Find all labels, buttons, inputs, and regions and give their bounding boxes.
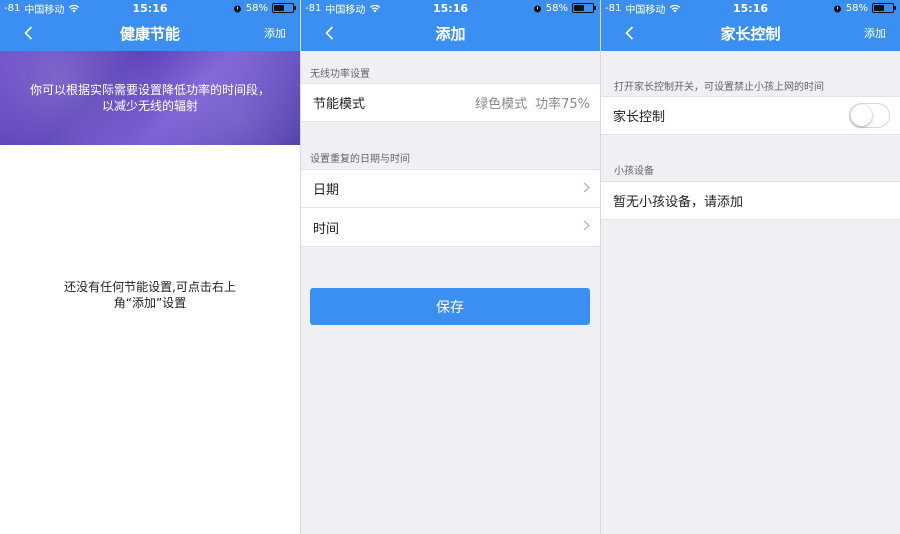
add-button[interactable]: 添加 xyxy=(864,25,886,41)
top-bar: -81 中国移动 15:16 58% xyxy=(0,0,300,51)
back-button[interactable] xyxy=(619,23,639,43)
status-time: 15:16 xyxy=(732,2,768,15)
screens-container: -81 中国移动 15:16 58% 健康节能 添加 你可以根据实际需要设置降低… xyxy=(0,0,900,534)
back-button[interactable] xyxy=(18,23,38,43)
energy-mode-row[interactable]: 节能模式 绿色模式 功率75% xyxy=(301,83,600,122)
section-header-power: 无线功率设置 xyxy=(310,69,370,80)
empty-state-text: 还没有任何节能设置,可点击右上角“添加”设置 xyxy=(64,280,236,310)
time-row[interactable]: 时间 xyxy=(301,208,600,247)
section-header-devices: 小孩设备 xyxy=(614,166,654,177)
battery-fill xyxy=(274,5,285,11)
power-value: 功率75% xyxy=(535,97,590,112)
battery-fill xyxy=(574,5,585,11)
energy-mode-value: 绿色模式 功率75% xyxy=(475,93,590,112)
back-button[interactable] xyxy=(319,23,339,43)
chevron-left-icon xyxy=(624,26,633,40)
status-bar: -81 中国移动 15:16 58% xyxy=(301,0,600,16)
screen-health-energy: -81 中国移动 15:16 58% 健康节能 添加 你可以根据实际需要设置降低… xyxy=(0,0,300,534)
date-row[interactable]: 日期 xyxy=(301,169,600,208)
toggle-knob xyxy=(851,105,872,126)
no-devices-row[interactable]: 暂无小孩设备，请添加 xyxy=(601,181,900,220)
battery-fill xyxy=(874,5,885,11)
nav-bar: 家长控制 添加 xyxy=(601,16,900,51)
banner-text: 你可以根据实际需要设置降低功率的时间段，以减少无线的辐射 xyxy=(30,83,271,113)
time-label: 时间 xyxy=(313,221,340,237)
status-bar: -81 中国移动 15:16 58% xyxy=(601,0,900,16)
status-time: 15:16 xyxy=(432,2,468,15)
chevron-right-icon xyxy=(583,181,590,197)
parental-control-row: 家长控制 xyxy=(601,96,900,135)
chevron-right-icon xyxy=(583,219,590,235)
date-label: 日期 xyxy=(313,183,340,198)
add-button[interactable]: 添加 xyxy=(264,25,286,41)
mode-value: 绿色模式 xyxy=(475,97,528,112)
empty-state-area: 还没有任何节能设置,可点击右上角“添加”设置 xyxy=(0,145,300,534)
nav-title: 健康节能 xyxy=(119,25,180,43)
screen-parental-control: -81 中国移动 15:16 58% 家长控制 添加 打开家长控制开关，可设置禁… xyxy=(600,0,900,534)
screen-add: -81 中国移动 15:16 58% 添加 无线功率设置 节能模式 绿色模式 功… xyxy=(300,0,600,534)
nav-title: 添加 xyxy=(435,25,466,43)
section-header-parental: 打开家长控制开关，可设置禁止小孩上网的时间 xyxy=(614,82,824,93)
section-header-schedule: 设置重复的日期与时间 xyxy=(310,154,410,165)
nav-bar: 添加 xyxy=(301,16,600,51)
save-button[interactable]: 保存 xyxy=(310,288,590,325)
no-devices-label: 暂无小孩设备，请添加 xyxy=(613,195,744,210)
info-banner: 你可以根据实际需要设置降低功率的时间段，以减少无线的辐射 xyxy=(0,51,300,145)
nav-bar: 健康节能 添加 xyxy=(0,16,300,51)
energy-mode-label: 节能模式 xyxy=(313,97,366,112)
battery-icon xyxy=(872,3,896,13)
status-bar: -81 中国移动 15:16 58% xyxy=(0,0,300,16)
battery-icon xyxy=(272,3,296,13)
battery-icon xyxy=(572,3,596,13)
grouped-list: 无线功率设置 节能模式 绿色模式 功率75% 设置重复的日期与时间 日期 时间 xyxy=(301,51,600,534)
parental-control-label: 家长控制 xyxy=(613,110,666,125)
top-bar: -81 中国移动 15:16 58% xyxy=(601,0,900,51)
parental-control-toggle[interactable] xyxy=(849,103,890,128)
nav-title: 家长控制 xyxy=(720,25,781,43)
chevron-left-icon xyxy=(324,26,333,40)
grouped-list: 打开家长控制开关，可设置禁止小孩上网的时间 家长控制 小孩设备 暂无小孩设备，请… xyxy=(601,51,900,534)
top-bar: -81 中国移动 15:16 58% xyxy=(301,0,600,51)
status-time: 15:16 xyxy=(132,2,168,15)
chevron-left-icon xyxy=(23,26,32,40)
